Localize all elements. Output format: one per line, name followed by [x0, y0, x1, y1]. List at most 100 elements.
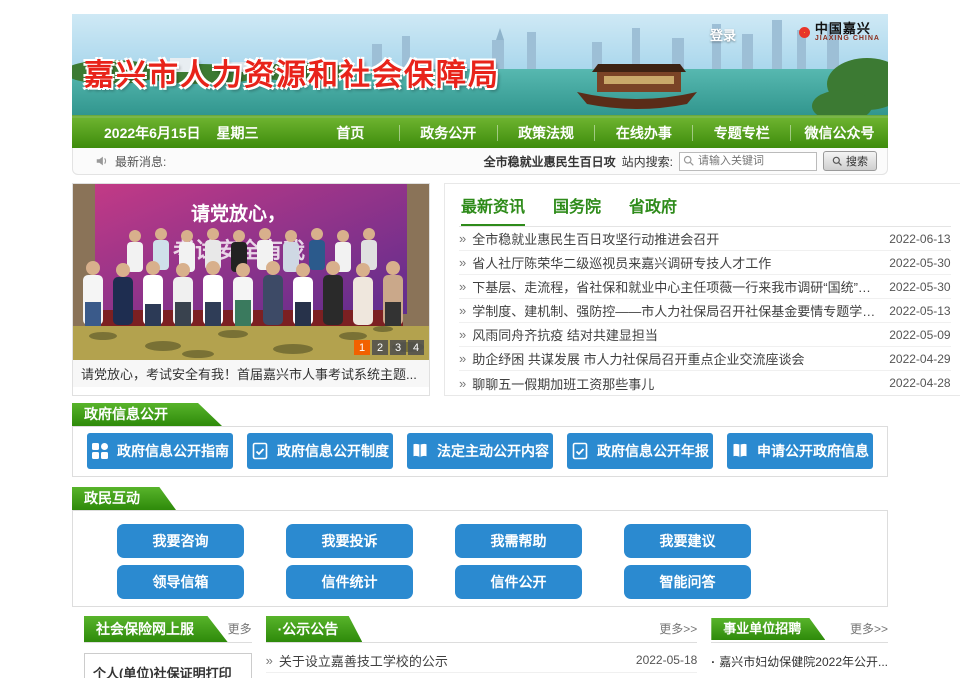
annual-report-button[interactable]: 政府信息公开年报	[567, 433, 713, 469]
more-link[interactable]: 更多>>	[850, 620, 888, 642]
more-link[interactable]: 更多	[228, 620, 252, 642]
double-arrow-icon	[459, 255, 472, 270]
double-arrow-icon	[266, 653, 279, 668]
nav-item-policy[interactable]: 政策法规	[498, 123, 595, 143]
section-tab: ·公示公告	[266, 616, 363, 642]
pager-button-3[interactable]: 3	[390, 340, 406, 355]
gov-info-buttons: 政府信息公开指南 政府信息公开制度 法定主动公开内容	[72, 426, 888, 477]
jiaxing-logo-icon	[799, 27, 810, 38]
notice-header: ·公示公告 更多>>	[266, 617, 698, 643]
button-label: 政府信息公开指南	[117, 441, 229, 461]
current-weekday: 星期三	[217, 123, 259, 143]
news-date: 2022-04-29	[889, 352, 950, 366]
news-date: 2022-06-13	[889, 232, 950, 246]
button-label: 法定主动公开内容	[437, 441, 549, 461]
main-nav: 2022年6月15日 星期三 首页 政务公开 政策法规 在线办事 专题专栏 微信…	[72, 118, 888, 148]
section-ribbon: 政府信息公开	[72, 403, 222, 426]
nav-item-wechat[interactable]: 微信公众号	[791, 123, 888, 143]
interaction-buttons: 我要咨询 我要投诉 我需帮助 我要建议 领导信箱 信件统计 信件公开 智能问答	[72, 510, 888, 607]
social-insurance-column: 社会保险网上服务大厅 更多 个人(单位)社保证明打印 办事指南	[72, 617, 252, 678]
login-link[interactable]: 登录	[710, 25, 736, 44]
news-item[interactable]: 下基层、走流程，省社保和就业中心主任项薇一行来我市调研“国统”上线情况 2022…	[459, 275, 951, 299]
help-button[interactable]: 我需帮助	[455, 524, 582, 558]
book-icon	[731, 442, 749, 460]
nav-item-home[interactable]: 首页	[302, 123, 399, 143]
double-arrow-icon	[459, 351, 472, 366]
double-arrow-icon	[459, 279, 472, 294]
news-item[interactable]: 学制度、建机制、强防控——市人力社保局召开社保基金要情专题学习会 2022-05…	[459, 299, 951, 323]
gov-info-guide-button[interactable]: 政府信息公开指南	[87, 433, 233, 469]
double-arrow-icon	[459, 376, 472, 391]
doc-check-icon	[571, 442, 589, 460]
book-icon	[411, 442, 429, 460]
tab-latest-news[interactable]: 最新资讯	[461, 193, 525, 226]
mail-open-button[interactable]: 信件公开	[455, 565, 582, 599]
main-row: 请党放心， 考试安全有我	[72, 183, 888, 396]
ticker-bar: 最新消息: 全市稳就业惠民生百日攻 站内搜索: 搜索	[72, 148, 888, 175]
news-item[interactable]: 省人社厅陈荣华二级巡视员来嘉兴调研专技人才工作 2022-05-30	[459, 251, 951, 275]
speaker-icon	[95, 154, 109, 168]
news-item[interactable]: 风雨同舟齐抗疫 结对共建显担当 2022-05-09	[459, 323, 951, 347]
complaint-button[interactable]: 我要投诉	[286, 524, 413, 558]
nav-item-special[interactable]: 专题专栏	[693, 123, 790, 143]
site-banner: 嘉兴市人力资源和社会保障局 登录 中国嘉兴 JIAXING CHINA	[72, 14, 888, 118]
pager-button-1[interactable]: 1	[354, 340, 370, 355]
news-title: 全市稳就业惠民生百日攻坚行动推进会召开	[472, 229, 879, 248]
search-icon	[832, 156, 843, 167]
search-button-label: 搜索	[846, 153, 868, 169]
recruitment-column: 事业单位招聘 更多>> 嘉兴市妇幼保健院2022年公开... 2022年嘉兴市属…	[711, 617, 888, 678]
section-tab: 社会保险网上服务大厅	[84, 616, 228, 642]
current-date: 2022年6月15日	[104, 123, 201, 143]
button-label: 政府信息公开制度	[277, 441, 389, 461]
search-icon	[683, 155, 695, 167]
interaction-section: 政民互动 我要咨询 我要投诉 我需帮助 我要建议 领导信箱 信件统计 信件公开 …	[72, 487, 888, 607]
carousel-caption[interactable]: 请党放心，考试安全有我！首届嘉兴市人事考试系统主题...	[73, 360, 429, 387]
photo-carousel[interactable]: 请党放心， 考试安全有我	[72, 183, 430, 396]
consult-button[interactable]: 我要咨询	[117, 524, 244, 558]
notice-title: 关于设立嘉善技工学校的公示	[279, 651, 626, 670]
campaign-link[interactable]: 全市稳就业惠民生百日攻	[484, 153, 616, 170]
news-item[interactable]: 助企纾困 共谋发展 市人力社保局召开重点企业交流座谈会 2022-04-29	[459, 347, 951, 371]
suggest-button[interactable]: 我要建议	[624, 524, 751, 558]
news-panel: 最新资讯 国务院 省政府 全市稳就业惠民生百日攻坚行动推进会召开 2022-06…	[444, 183, 960, 396]
doc-check-icon	[251, 442, 269, 460]
notice-date: 2022-05-18	[636, 653, 697, 667]
page-container: 嘉兴市人力资源和社会保障局 登录 中国嘉兴 JIAXING CHINA 2022…	[72, 14, 888, 678]
carousel-pager: 1 2 3 4	[354, 340, 424, 355]
notice-item[interactable]: 关于公布嘉兴市人力资源和社会保障局2022年度重大行政决策事... 2022-0…	[266, 673, 698, 678]
news-item[interactable]: 聊聊五一假期加班工资那些事儿 2022-04-28	[459, 371, 951, 395]
nav-item-gov-open[interactable]: 政务公开	[400, 123, 497, 143]
news-date: 2022-05-13	[889, 304, 950, 318]
service-item[interactable]: 个人(单位)社保证明打印	[84, 653, 252, 678]
gov-info-system-button[interactable]: 政府信息公开制度	[247, 433, 393, 469]
notice-item[interactable]: 关于设立嘉善技工学校的公示 2022-05-18	[266, 648, 698, 673]
news-item[interactable]: 全市稳就业惠民生百日攻坚行动推进会召开 2022-06-13	[459, 227, 951, 251]
mail-stats-button[interactable]: 信件统计	[286, 565, 413, 599]
smart-qa-button[interactable]: 智能问答	[624, 565, 751, 599]
search-input[interactable]	[679, 152, 817, 171]
photo-banner-line1: 请党放心，	[191, 202, 286, 225]
logo-text-en: JIAXING CHINA	[815, 35, 880, 42]
pager-button-2[interactable]: 2	[372, 340, 388, 355]
recruitment-header: 事业单位招聘 更多>>	[711, 617, 888, 643]
news-title: 学制度、建机制、强防控——市人力社保局召开社保基金要情专题学习会	[472, 301, 879, 320]
tab-state-council[interactable]: 国务院	[553, 193, 601, 226]
site-title: 嘉兴市人力资源和社会保障局	[84, 50, 500, 94]
search-button[interactable]: 搜索	[823, 151, 877, 171]
ticker-right: 全市稳就业惠民生百日攻 站内搜索: 搜索	[484, 151, 877, 171]
tab-provincial-gov[interactable]: 省政府	[629, 193, 677, 226]
legal-disclosure-button[interactable]: 法定主动公开内容	[407, 433, 553, 469]
pager-button-4[interactable]: 4	[408, 340, 424, 355]
notice-column: ·公示公告 更多>> 关于设立嘉善技工学校的公示 2022-05-18 关于公布…	[266, 617, 698, 678]
request-disclosure-button[interactable]: 申请公开政府信息	[727, 433, 873, 469]
leader-mailbox-button[interactable]: 领导信箱	[117, 565, 244, 599]
recruitment-item[interactable]: 嘉兴市妇幼保健院2022年公开...	[711, 649, 888, 676]
more-link[interactable]: 更多>>	[659, 620, 697, 642]
gov-info-section: 政府信息公开 政府信息公开指南 政府信息公开制度 法定	[72, 403, 888, 477]
grid-icon	[91, 442, 109, 460]
news-title: 下基层、走流程，省社保和就业中心主任项薇一行来我市调研“国统”上线情况	[472, 277, 879, 296]
bottom-row: 社会保险网上服务大厅 更多 个人(单位)社保证明打印 办事指南 ·公示公告 更多…	[72, 617, 888, 678]
nav-date: 2022年6月15日 星期三	[72, 123, 302, 143]
social-insurance-header: 社会保险网上服务大厅 更多	[84, 617, 252, 643]
nav-item-online[interactable]: 在线办事	[595, 123, 692, 143]
